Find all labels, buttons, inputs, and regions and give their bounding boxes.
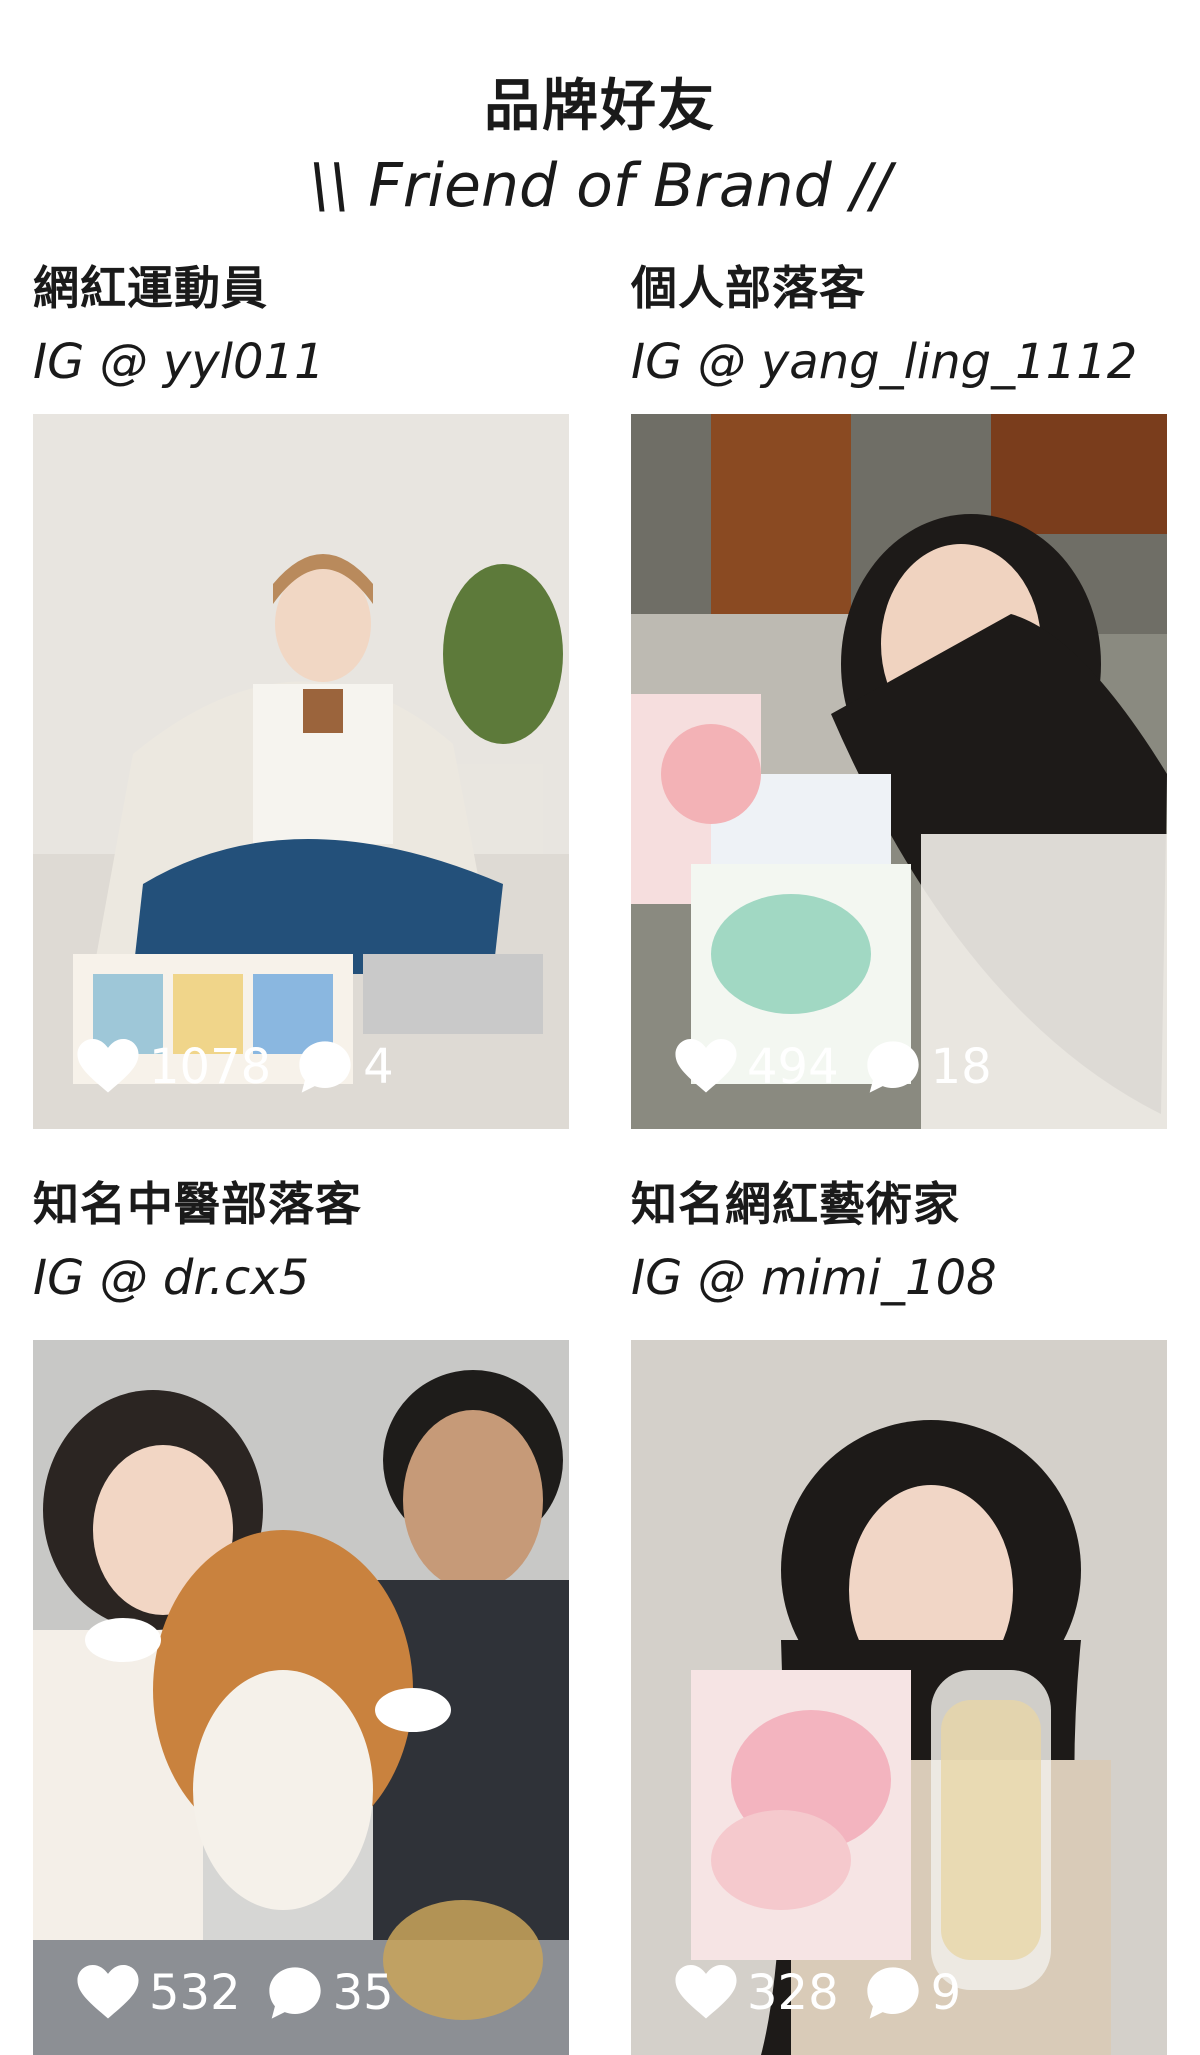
influencer-role: 個人部落客 xyxy=(631,261,866,315)
influencer-photo[interactable]: 532 35 xyxy=(33,1340,569,2055)
influencer-role: 知名網紅藝術家 xyxy=(631,1177,960,1231)
heart-icon[interactable] xyxy=(77,1965,139,2021)
page-header: 品牌好友 \\ Friend of Brand // xyxy=(0,72,1200,226)
instagram-handle[interactable]: IG @ mimi_108 xyxy=(631,1246,1167,1310)
influencer-card: 知名網紅藝術家 IG @ mimi_108 328 9 xyxy=(631,1174,1167,2055)
heart-icon[interactable] xyxy=(675,1039,737,1095)
page-title: 品牌好友 xyxy=(484,74,716,139)
heart-icon[interactable] xyxy=(77,1039,139,1095)
comment-count: 9 xyxy=(930,1965,962,2021)
comment-bubble-icon[interactable] xyxy=(297,1039,353,1095)
post-stats: 1078 4 xyxy=(77,1039,420,1095)
heart-icon[interactable] xyxy=(675,1965,737,2021)
influencer-card: 網紅運動員 IG @ yyl011 1078 4 xyxy=(33,258,569,1129)
instagram-handle[interactable]: IG @ yyl011 xyxy=(33,330,569,394)
influencer-photo[interactable]: 328 9 xyxy=(631,1340,1167,2055)
like-count: 532 xyxy=(149,1965,241,2021)
post-stats: 494 18 xyxy=(675,1039,1018,1095)
page-subtitle: \\ Friend of Brand // xyxy=(308,151,892,221)
like-count: 494 xyxy=(747,1039,839,1095)
influencer-photo[interactable]: 494 18 xyxy=(631,414,1167,1129)
post-stats: 532 35 xyxy=(77,1965,420,2021)
instagram-handle[interactable]: IG @ yang_ling_1112 xyxy=(631,330,1167,394)
comment-count: 18 xyxy=(930,1039,992,1095)
comment-count: 4 xyxy=(363,1039,394,1095)
comment-bubble-icon[interactable] xyxy=(267,1965,323,2021)
influencer-card: 個人部落客 IG @ yang_ling_1112 494 18 xyxy=(631,258,1167,1129)
post-stats: 328 9 xyxy=(675,1965,987,2021)
like-count: 328 xyxy=(747,1965,839,2021)
influencer-photo[interactable]: 1078 4 xyxy=(33,414,569,1129)
instagram-handle[interactable]: IG @ dr.cx5 xyxy=(33,1246,569,1310)
influencer-role: 知名中醫部落客 xyxy=(33,1177,362,1231)
comment-count: 35 xyxy=(332,1965,394,2021)
influencer-role: 網紅運動員 xyxy=(33,261,268,315)
comment-bubble-icon[interactable] xyxy=(865,1039,921,1095)
like-count: 1078 xyxy=(149,1039,272,1095)
comment-bubble-icon[interactable] xyxy=(865,1965,921,2021)
influencer-card: 知名中醫部落客 IG @ dr.cx5 532 35 xyxy=(33,1174,569,2055)
